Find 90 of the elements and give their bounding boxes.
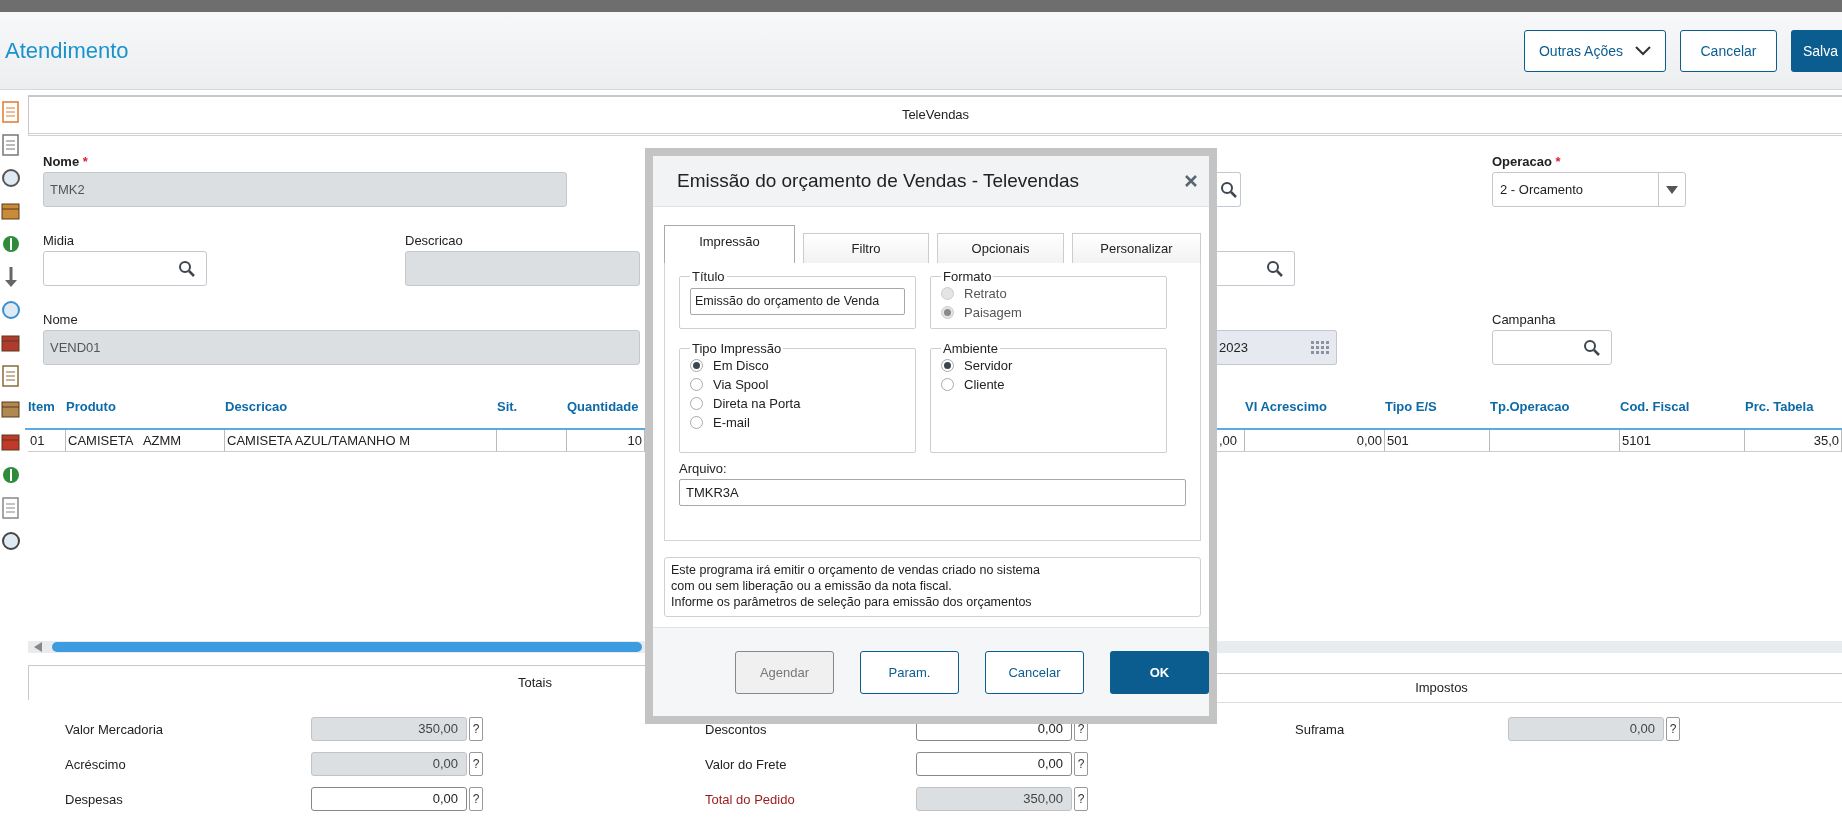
calendar-icon (1311, 340, 1329, 355)
radio-button[interactable] (690, 359, 703, 372)
tab[interactable]: Opcionais (937, 233, 1064, 263)
column-header[interactable]: VI Acrescimo (1245, 398, 1385, 414)
number-field[interactable]: 0,00 (916, 752, 1072, 776)
search-field[interactable] (43, 251, 207, 286)
globe-icon[interactable] (0, 298, 22, 322)
field-label: Suframa (1295, 721, 1346, 737)
field-label: Midia (43, 233, 75, 250)
search-button[interactable] (1217, 172, 1241, 207)
column-header[interactable]: Prc. Tabela (1745, 398, 1842, 414)
column-header[interactable]: Tp.Operacao (1490, 398, 1620, 414)
radio-label: Retrato (964, 286, 1007, 301)
search-icon[interactable] (1583, 338, 1601, 357)
save-button[interactable]: Salva (1791, 29, 1842, 72)
table-cell: 35,0 (1745, 430, 1842, 452)
column-header[interactable]: Tipo E/S (1385, 398, 1490, 414)
tab[interactable]: Filtro (803, 233, 929, 263)
field-label: Arquivo: (679, 461, 728, 476)
field-label: Descricao (405, 233, 463, 250)
document-icon[interactable] (0, 133, 22, 157)
close-icon[interactable] (1185, 175, 1197, 187)
section-tab[interactable]: TeleVendas (28, 95, 1842, 136)
radio-button[interactable] (690, 416, 703, 429)
table-cell: 501 (1385, 430, 1490, 452)
table-cell: 0,00 (1245, 430, 1385, 452)
search-field[interactable] (1492, 330, 1612, 365)
field-label: Descontos (705, 721, 768, 737)
help-button[interactable]: ? (1074, 752, 1088, 776)
search-icon[interactable] (178, 259, 196, 278)
radio-button[interactable] (690, 378, 703, 391)
dialog-button[interactable]: OK (1110, 650, 1209, 694)
note-icon[interactable] (0, 100, 22, 124)
radio-label: E-mail (713, 415, 750, 430)
radio-label: Via Spool (713, 377, 769, 392)
field-label: Valor do Frete (705, 756, 788, 772)
group-label: Ambiente (942, 341, 999, 356)
radio-label: Cliente (964, 377, 1005, 392)
field-label: Operacao * (1492, 154, 1561, 171)
dialog-title: Emissão do orçamento de Vendas - Televendas (677, 170, 1080, 192)
chevron-down-icon (1635, 45, 1651, 56)
search-field[interactable] (1217, 251, 1295, 286)
number-field[interactable]: 0,00 (311, 787, 467, 811)
radio-label: Em Disco (713, 358, 769, 373)
field-label: Total do Pedido (705, 791, 796, 807)
field-label: Nome * (43, 154, 88, 171)
text-field[interactable]: TMKR3A (679, 479, 1186, 506)
search-icon[interactable] (1266, 259, 1284, 278)
date-field[interactable]: 2023 (1217, 330, 1337, 365)
field-label: Acréscimo (65, 756, 127, 772)
column-header[interactable]: Cod. Fiscal (1620, 398, 1745, 414)
clipboard-icon[interactable] (0, 364, 22, 388)
search-icon (1219, 180, 1238, 199)
dialog-button[interactable]: Cancelar (985, 650, 1084, 694)
radio-button[interactable] (690, 397, 703, 410)
field-label: Valor Mercadoria (65, 721, 165, 737)
group-label: Título (691, 269, 726, 284)
table-cell: CAMISETA AZMM (66, 430, 225, 452)
actions-menu-button[interactable]: Outras Ações (1523, 29, 1666, 72)
table-cell (497, 430, 567, 452)
column-header[interactable]: Produto (66, 398, 225, 414)
left-arrow-icon[interactable] (34, 642, 42, 652)
page-title: Atendimento (5, 37, 130, 64)
radio-button[interactable] (941, 359, 954, 372)
radio-button[interactable] (941, 378, 954, 391)
column-header[interactable]: Sit. (497, 398, 567, 414)
group-label: Formato (942, 269, 993, 284)
table-cell: 5101 (1620, 430, 1745, 452)
field-label: Campanha (1492, 312, 1556, 329)
caret-down-icon (1666, 185, 1678, 194)
cancel-button[interactable]: Cancelar (1680, 29, 1777, 72)
field-label: Despesas (65, 791, 124, 807)
dialog-button[interactable]: Param. (860, 650, 959, 694)
radio-label: Paisagem (964, 305, 1022, 320)
description-text: Este programa irá emitir o orçamento de vendas criado no sistema com ou sem liberação ou a emissão da nota fiscal. Informe os parâmetros de seleção para emissão dos orçamentos (664, 557, 1201, 617)
tab[interactable]: Personalizar (1072, 233, 1201, 263)
radio-label: Servidor (964, 358, 1013, 373)
text-field[interactable]: Emissão do orçamento de Venda (690, 288, 905, 315)
tab[interactable]: Impressão (664, 225, 795, 263)
help-button[interactable]: ? (469, 787, 483, 811)
dropdown[interactable]: 2 - Orcamento (1492, 172, 1686, 207)
field-label: Nome (43, 312, 78, 329)
table-cell: 01 (28, 430, 66, 452)
group-label: Tipo Impressão (691, 341, 783, 356)
radio-label: Direta na Porta (713, 396, 801, 411)
document-icon[interactable] (0, 496, 22, 520)
column-header[interactable]: Descricao (225, 398, 497, 414)
column-header[interactable]: Quantidade (567, 398, 645, 414)
table-cell: CAMISETA AZUL/TAMANHO M (225, 430, 497, 452)
column-header[interactable]: Item (28, 398, 66, 414)
